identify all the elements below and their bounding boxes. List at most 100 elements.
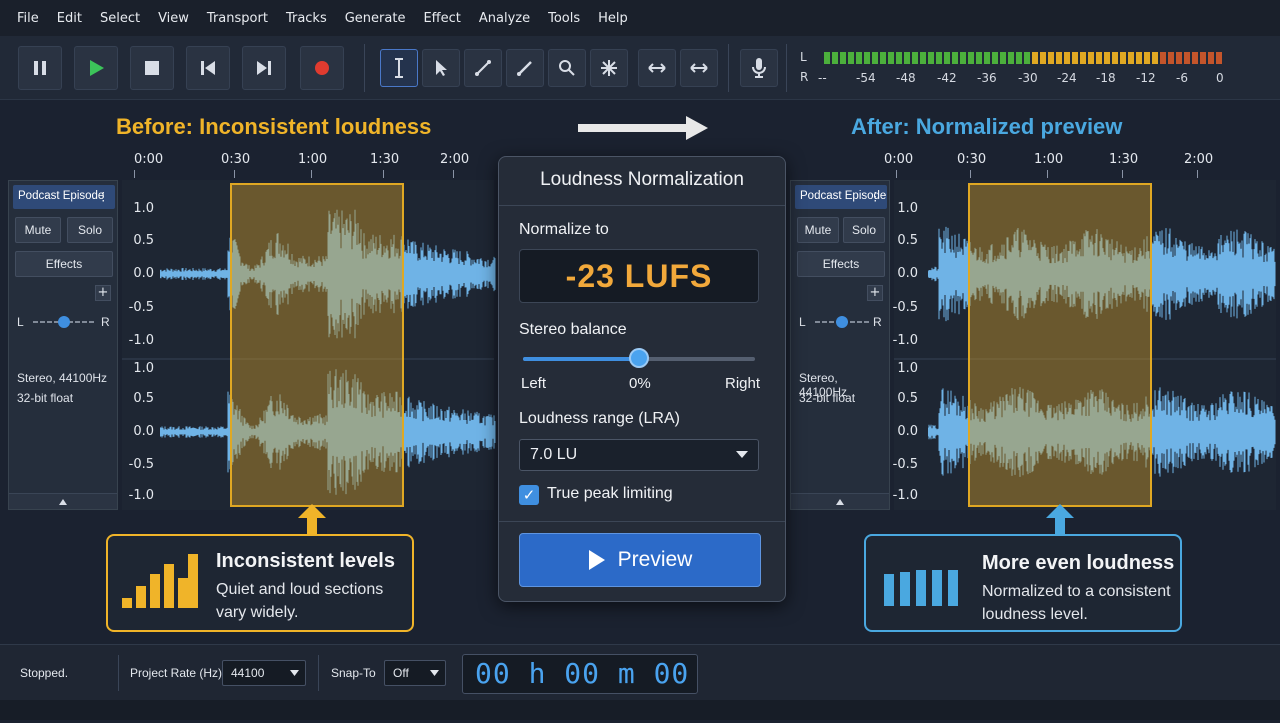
meter-segment: [1192, 52, 1198, 64]
stereo-balance-fill: [523, 357, 639, 361]
solo-button[interactable]: Solo: [843, 217, 885, 243]
meter-segment: [1112, 52, 1118, 64]
after-selection-region[interactable]: [968, 183, 1152, 507]
microphone-button[interactable]: [740, 49, 778, 87]
track-menu-icon[interactable]: ⋮: [870, 189, 882, 203]
before-selection-region[interactable]: [230, 183, 404, 507]
snap-to-label: Snap-To: [331, 666, 376, 680]
pointer-tool-button[interactable]: [422, 49, 460, 87]
ruler-label: 0:00: [884, 152, 914, 167]
y-tick: 0.5: [133, 233, 154, 248]
meter-tick: -48: [896, 71, 916, 85]
track-name-button[interactable]: Podcast Episode ⋮: [795, 185, 887, 209]
meter-tick: -36: [977, 71, 997, 85]
preview-button[interactable]: Preview: [519, 533, 761, 587]
lra-label: Loudness range (LRA): [519, 410, 680, 427]
menu-tracks[interactable]: Tracks: [277, 11, 336, 26]
y-tick: -0.5: [892, 300, 918, 315]
draw-tool-button[interactable]: [506, 49, 544, 87]
meter-segment: [920, 52, 926, 64]
selection-tool-button[interactable]: [380, 49, 418, 87]
fit-width-button[interactable]: [680, 49, 718, 87]
meter-segment: [1080, 52, 1086, 64]
meter-segment: [864, 52, 870, 64]
effects-button[interactable]: Effects: [797, 251, 885, 277]
effects-button[interactable]: Effects: [15, 251, 113, 277]
pan-slider[interactable]: [31, 315, 97, 329]
stop-icon: [145, 61, 159, 75]
collapse-track-button[interactable]: [9, 493, 117, 509]
meter-segment: [960, 52, 966, 64]
ruler-label: 0:30: [221, 152, 251, 167]
envelope-tool-button[interactable]: [464, 49, 502, 87]
ruler-label: 2:00: [440, 152, 470, 167]
menu-analyze[interactable]: Analyze: [470, 11, 539, 26]
record-button[interactable]: [300, 46, 344, 90]
menu-file[interactable]: File: [8, 11, 48, 26]
before-timeline-ruler[interactable]: 0:00 0:30 1:00 1:30 2:00: [120, 150, 496, 178]
meter-segment: [984, 52, 990, 64]
meter-tick: -30: [1018, 71, 1038, 85]
pause-icon: [34, 61, 46, 75]
pencil-icon: [517, 61, 532, 76]
menu-edit[interactable]: Edit: [48, 11, 91, 26]
normalize-label: Normalize to: [519, 221, 609, 238]
meter-segment: [824, 52, 830, 64]
play-button[interactable]: [74, 46, 118, 90]
meter-segment: [880, 52, 886, 64]
meter-segment: [1160, 52, 1166, 64]
before-headline: Before: Inconsistent loudness: [116, 114, 432, 139]
time-counter[interactable]: 00 h 00 m 00 s: [462, 654, 698, 723]
solo-button[interactable]: Solo: [67, 217, 113, 243]
meter-segment: [1024, 52, 1030, 64]
menu-generate[interactable]: Generate: [336, 11, 415, 26]
meter-segment: [848, 52, 854, 64]
meter-segment: [928, 52, 934, 64]
menu-help[interactable]: Help: [589, 11, 637, 26]
y-tick: -1.0: [892, 488, 918, 503]
skip-start-button[interactable]: [186, 46, 230, 90]
stop-button[interactable]: [130, 46, 174, 90]
collapse-track-button[interactable]: [791, 493, 889, 509]
stereo-balance-slider[interactable]: [523, 348, 755, 368]
menu-select[interactable]: Select: [91, 11, 149, 26]
skip-end-button[interactable]: [242, 46, 286, 90]
lra-select[interactable]: 7.0 LU: [519, 439, 759, 471]
true-peak-checkbox[interactable]: ✓: [519, 485, 539, 505]
multi-tool-button[interactable]: [590, 49, 628, 87]
time-shift-button[interactable]: [638, 49, 676, 87]
meter-segment: [944, 52, 950, 64]
meter-segment: [1184, 52, 1190, 64]
project-rate-select[interactable]: 44100: [222, 660, 306, 686]
dialog-title: Loudness Normalization: [540, 169, 744, 190]
pause-button[interactable]: [18, 46, 62, 90]
snap-to-select[interactable]: Off: [384, 660, 446, 686]
menu-effect[interactable]: Effect: [414, 11, 469, 26]
after-timeline-ruler[interactable]: 0:00 0:30 1:00 1:30 2:00: [882, 150, 1274, 178]
pan-slider[interactable]: [813, 315, 871, 329]
normalize-target-field[interactable]: -23 LUFS: [519, 249, 759, 303]
mute-button[interactable]: Mute: [15, 217, 61, 243]
meter-tick: -12: [1136, 71, 1156, 85]
track-menu-icon[interactable]: ⋮: [98, 189, 110, 203]
menu-tools[interactable]: Tools: [539, 11, 589, 26]
double-arrow-icon: [648, 63, 666, 73]
track-name-button[interactable]: Podcast Episode ⋮: [13, 185, 115, 209]
meter-segment: [896, 52, 902, 64]
y-tick: -1.0: [892, 333, 918, 348]
playback-status: Stopped.: [20, 666, 69, 680]
zoom-tool-button[interactable]: [548, 49, 586, 87]
track-format: Stereo, 44100Hz: [17, 371, 108, 385]
add-effect-icon[interactable]: +: [867, 285, 883, 301]
mute-button[interactable]: Mute: [797, 217, 839, 243]
chevron-up-icon: [836, 499, 844, 505]
menu-view[interactable]: View: [149, 11, 198, 26]
ruler-label: 1:30: [370, 152, 400, 167]
meter-tick: -18: [1096, 71, 1116, 85]
callout-title: More even loudness: [982, 552, 1175, 574]
add-effect-icon[interactable]: +: [95, 285, 111, 301]
preview-label: Preview: [617, 548, 693, 571]
meter-segment: [1208, 52, 1214, 64]
stereo-balance-handle[interactable]: [629, 348, 649, 368]
menu-transport[interactable]: Transport: [198, 11, 277, 26]
